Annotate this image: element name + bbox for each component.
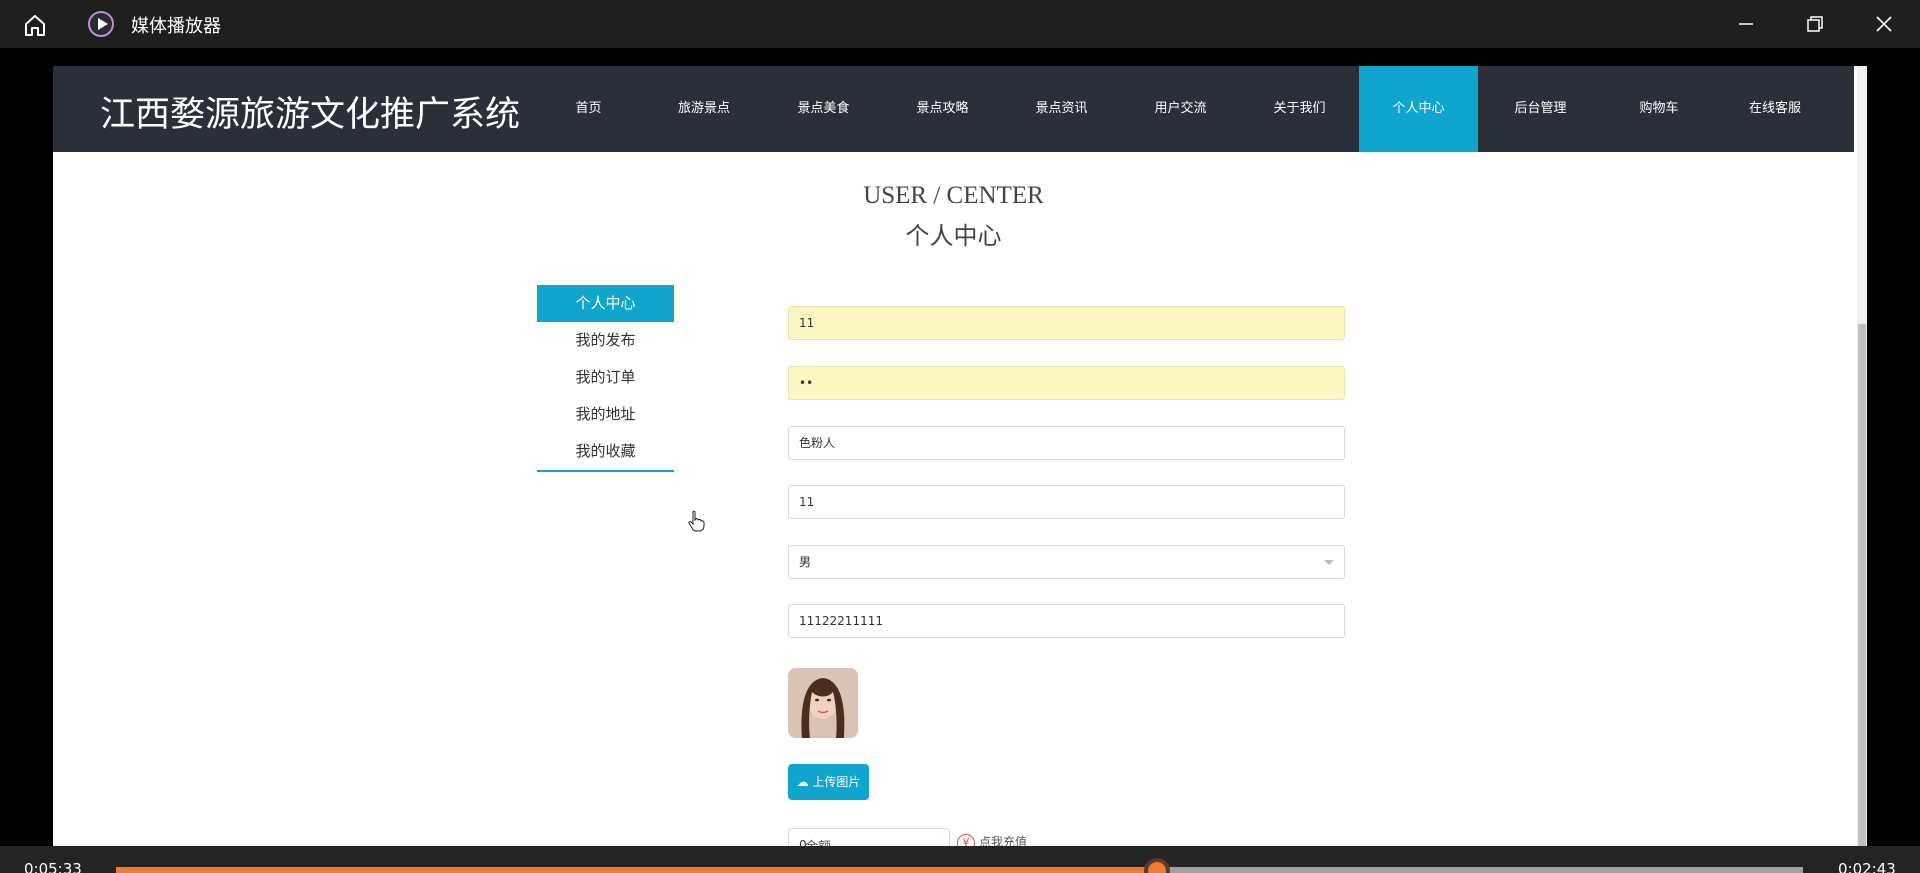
window-title: 媒体播放器: [131, 16, 221, 37]
minimize-icon[interactable]: [1733, 11, 1759, 37]
scrollbar-thumb[interactable]: [1858, 324, 1866, 846]
site-header: 江西婺源旅游文化推广系统 首页 旅游景点 景点美食 景点攻略 景点资讯 用户交流…: [53, 66, 1854, 152]
hand-cursor-icon: [688, 510, 705, 532]
restore-icon[interactable]: [1802, 11, 1828, 37]
remaining-time: 0:02:43: [1838, 860, 1896, 873]
page-title-cn: 个人中心: [905, 222, 1002, 250]
close-icon[interactable]: [1871, 11, 1897, 37]
page-scrollbar[interactable]: [1857, 66, 1867, 846]
media-player-icon: [88, 11, 114, 37]
yen-icon: ¥: [957, 834, 975, 846]
nav-item-food[interactable]: 景点美食: [764, 66, 883, 152]
password-input[interactable]: ••: [788, 366, 1345, 400]
elapsed-time: 0:05:33: [24, 860, 82, 873]
upload-image-button[interactable]: ☁ 上传图片: [788, 764, 869, 800]
nav-item-news[interactable]: 景点资讯: [1002, 66, 1121, 152]
site-title: 江西婺源旅游文化推广系统: [100, 95, 521, 135]
upload-button-label: 上传图片: [812, 775, 861, 789]
side-item-my-posts[interactable]: 我的发布: [537, 322, 674, 359]
avatar-portrait: [788, 668, 858, 738]
nav-item-admin[interactable]: 后台管理: [1478, 66, 1603, 152]
user-side-menu: 个人中心 我的发布 我的订单 我的地址 我的收藏: [537, 285, 674, 472]
nav-item-guides[interactable]: 景点攻略: [883, 66, 1002, 152]
avatar: [788, 668, 858, 738]
side-item-my-favorites[interactable]: 我的收藏: [537, 433, 674, 470]
gender-select[interactable]: 男: [788, 545, 1345, 579]
age-input[interactable]: 11: [788, 485, 1345, 519]
recharge-link[interactable]: ¥ 点我充值: [957, 833, 1027, 846]
cloud-upload-icon: ☁: [796, 775, 809, 789]
nav-item-about[interactable]: 关于我们: [1240, 66, 1359, 152]
home-icon[interactable]: [22, 12, 48, 38]
video-frame-webpage: 江西婺源旅游文化推广系统 首页 旅游景点 景点美食 景点攻略 景点资讯 用户交流…: [53, 66, 1867, 846]
side-item-my-orders[interactable]: 我的订单: [537, 359, 674, 396]
chevron-down-icon: [1324, 560, 1334, 565]
nav-item-support[interactable]: 在线客服: [1715, 66, 1835, 152]
nav-item-cart[interactable]: 购物车: [1603, 66, 1715, 152]
main-nav: 首页 旅游景点 景点美食 景点攻略 景点资讯 用户交流 关于我们 个人中心 后台…: [533, 66, 1835, 152]
account-input[interactable]: 11: [788, 306, 1345, 340]
name-input[interactable]: 色粉人: [788, 426, 1345, 460]
nav-item-attractions[interactable]: 旅游景点: [644, 66, 764, 152]
balance-input[interactable]: 0: [788, 828, 950, 846]
page-title-en: USER / CENTER: [863, 182, 1044, 209]
seek-bar-progress: [116, 867, 1157, 873]
gender-selected-value: 男: [799, 555, 812, 569]
nav-item-community[interactable]: 用户交流: [1121, 66, 1240, 152]
nav-item-user-center[interactable]: 个人中心: [1359, 66, 1478, 152]
seek-bar[interactable]: [116, 867, 1803, 873]
side-item-user-center[interactable]: 个人中心: [537, 285, 674, 322]
phone-input[interactable]: 11122211111: [788, 604, 1345, 638]
side-menu-underline: [537, 470, 674, 472]
nav-item-home[interactable]: 首页: [533, 66, 644, 152]
recharge-label: 点我充值: [979, 835, 1028, 846]
side-item-my-address[interactable]: 我的地址: [537, 396, 674, 433]
window-titlebar: 媒体播放器: [0, 0, 1920, 48]
